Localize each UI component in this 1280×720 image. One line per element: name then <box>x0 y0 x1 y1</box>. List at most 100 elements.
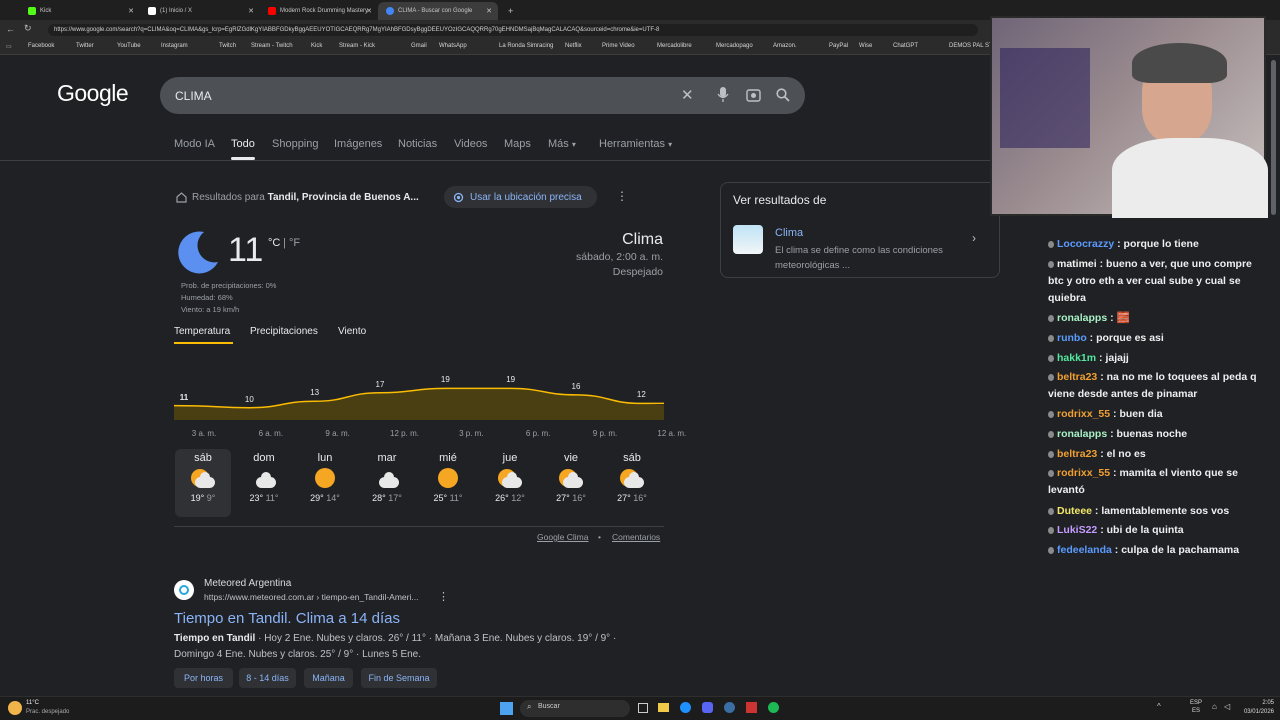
forecast-day[interactable]: dom 23° 11° <box>236 449 292 517</box>
tab-precipitaciones[interactable]: Precipitaciones <box>250 326 318 337</box>
tab-noticias[interactable]: Noticias <box>398 138 437 150</box>
pill-manana[interactable]: Mañana <box>304 668 353 688</box>
keyboard-layout[interactable]: ES <box>1192 708 1200 714</box>
url-field[interactable]: https://www.google.com/search?q=CLIMA&oq… <box>48 24 978 36</box>
steam-icon[interactable] <box>724 702 735 713</box>
bookmark-item[interactable]: PayPal <box>829 43 848 49</box>
chat-username[interactable]: fedeelanda <box>1057 544 1112 556</box>
close-tab-icon[interactable]: ✕ <box>248 7 254 15</box>
clock-time[interactable]: 2:05 <box>1248 700 1274 706</box>
app-icon[interactable] <box>746 702 757 713</box>
back-arrow-icon[interactable]: ← <box>6 24 15 34</box>
result-title-link[interactable]: Tiempo en Tandil. Clima a 14 días <box>174 610 400 627</box>
forecast-day[interactable]: lun 29° 14° <box>297 449 353 517</box>
chat-username[interactable]: Duteee <box>1057 505 1092 517</box>
pill-fin-de-semana[interactable]: Fin de Semana <box>361 668 437 688</box>
unit-celsius[interactable]: °C <box>268 237 280 249</box>
forecast-day[interactable]: mié 25° 11° <box>420 449 476 517</box>
file-explorer-icon[interactable] <box>658 703 669 712</box>
chat-username[interactable]: beltra23 <box>1057 371 1097 383</box>
microphone-icon[interactable] <box>717 87 729 103</box>
bookmark-item[interactable]: La Ronda Simracing <box>499 43 553 49</box>
chat-username[interactable]: runbo <box>1057 332 1087 344</box>
bookmark-item[interactable]: Netflix <box>565 43 582 49</box>
bookmark-item[interactable]: Facebook <box>28 43 54 49</box>
forecast-day[interactable]: sáb 19° 9° <box>175 449 231 517</box>
reload-icon[interactable]: ↻ <box>24 23 32 34</box>
tab-temperatura[interactable]: Temperatura <box>174 326 230 337</box>
tray-chevron-icon[interactable]: ^ <box>1157 702 1161 711</box>
tab-shopping[interactable]: Shopping <box>272 138 319 150</box>
edge-icon[interactable] <box>680 702 691 713</box>
google-logo[interactable]: Google <box>57 80 129 107</box>
bookmark-item[interactable]: Stream - Kick <box>339 43 375 49</box>
tab-x[interactable]: (1) Inicio / X ✕ <box>140 2 260 20</box>
spotify-icon[interactable] <box>768 702 779 713</box>
more-options-icon[interactable]: ⋮ <box>616 189 628 203</box>
weather-widget-icon[interactable] <box>8 701 22 715</box>
search-icon[interactable] <box>776 88 790 102</box>
tab-viento[interactable]: Viento <box>338 326 366 337</box>
tab-kick[interactable]: Kick ✕ <box>20 2 140 20</box>
tab-herramientas[interactable]: Herramientas ▾ <box>599 138 672 150</box>
bookmark-item[interactable]: YouTube <box>117 43 141 49</box>
bookmark-item[interactable]: ChatGPT <box>893 43 918 49</box>
unit-fahrenheit[interactable]: °F <box>289 237 300 249</box>
result-site-name[interactable]: Meteored Argentina <box>204 578 291 589</box>
chat-username[interactable]: rodrixx_55 <box>1057 408 1110 420</box>
bookmark-item[interactable]: WhatsApp <box>439 43 467 49</box>
forecast-day[interactable]: mar 28° 17° <box>359 449 415 517</box>
task-view-icon[interactable] <box>638 703 648 713</box>
pill-8-14-dias[interactable]: 8 - 14 días <box>239 668 296 688</box>
chat-username[interactable]: matimei <box>1057 258 1097 270</box>
language-code[interactable]: ESP <box>1190 700 1202 706</box>
windows-start-icon[interactable] <box>500 702 513 715</box>
bookmark-item[interactable]: Gmail <box>411 43 427 49</box>
tab-maps[interactable]: Maps <box>504 138 531 150</box>
tab-imagenes[interactable]: Imágenes <box>334 138 382 150</box>
tab-modo-ia[interactable]: Modo IA <box>174 138 215 150</box>
chevron-right-icon[interactable]: › <box>972 231 976 245</box>
forecast-day[interactable]: vie 27° 16° <box>543 449 599 517</box>
chat-username[interactable]: LukiS22 <box>1057 524 1097 536</box>
network-icon[interactable]: ⌂ <box>1212 702 1217 711</box>
chat-username[interactable]: rodrixx_55 <box>1057 467 1110 479</box>
close-tab-icon[interactable]: ✕ <box>486 7 492 15</box>
bookmark-item[interactable]: Wise <box>859 43 872 49</box>
tab-videos[interactable]: Videos <box>454 138 487 150</box>
clima-thumbnail[interactable] <box>733 225 763 254</box>
discord-icon[interactable] <box>702 702 713 713</box>
clock-date[interactable]: 03/01/2026 <box>1232 709 1274 715</box>
feedback-link[interactable]: Comentarios <box>612 532 660 542</box>
result-options-icon[interactable]: ⋮ <box>438 590 449 603</box>
close-tab-icon[interactable]: ✕ <box>366 7 372 15</box>
bookmark-item[interactable]: Mercadolibre <box>657 43 692 49</box>
clear-icon[interactable]: ✕ <box>681 86 694 104</box>
search-input[interactable]: CLIMA <box>175 89 212 103</box>
bookmark-item[interactable]: Prime Video <box>602 43 635 49</box>
apps-icon[interactable]: ▭ <box>6 43 12 50</box>
page-scrollbar[interactable] <box>1271 60 1276 215</box>
pill-por-horas[interactable]: Por horas <box>174 668 233 688</box>
related-clima-link[interactable]: Clima <box>775 227 803 239</box>
tab-todo[interactable]: Todo <box>231 138 255 150</box>
close-tab-icon[interactable]: ✕ <box>128 7 134 15</box>
chat-username[interactable]: Lococrazzy <box>1057 238 1114 250</box>
chat-username[interactable]: ronalapps <box>1057 428 1107 440</box>
google-clima-link[interactable]: Google Clima <box>537 532 589 542</box>
tab-youtube[interactable]: Modern Rock Drumming Mastery ✕ <box>260 2 378 20</box>
search-box[interactable] <box>160 77 805 114</box>
new-tab-button[interactable]: + <box>500 2 513 20</box>
bookmark-item[interactable]: Stream - Twitch <box>251 43 293 49</box>
tab-mas[interactable]: Más ▾ <box>548 138 576 150</box>
taskbar-search-box[interactable] <box>520 700 630 717</box>
bookmark-item[interactable]: Mercadopago <box>716 43 753 49</box>
bookmark-item[interactable]: Instagram <box>161 43 188 49</box>
forecast-day[interactable]: jue 26° 12° <box>482 449 538 517</box>
forecast-day[interactable]: sáb 27° 16° <box>604 449 660 517</box>
bookmark-item[interactable]: DEMOS PAL ST <box>949 43 993 49</box>
bookmark-item[interactable]: Twitch <box>219 43 236 49</box>
bookmark-item[interactable]: Amazon. <box>773 43 797 49</box>
bookmark-item[interactable]: Kick <box>311 43 322 49</box>
volume-icon[interactable]: ◁ <box>1224 702 1230 711</box>
